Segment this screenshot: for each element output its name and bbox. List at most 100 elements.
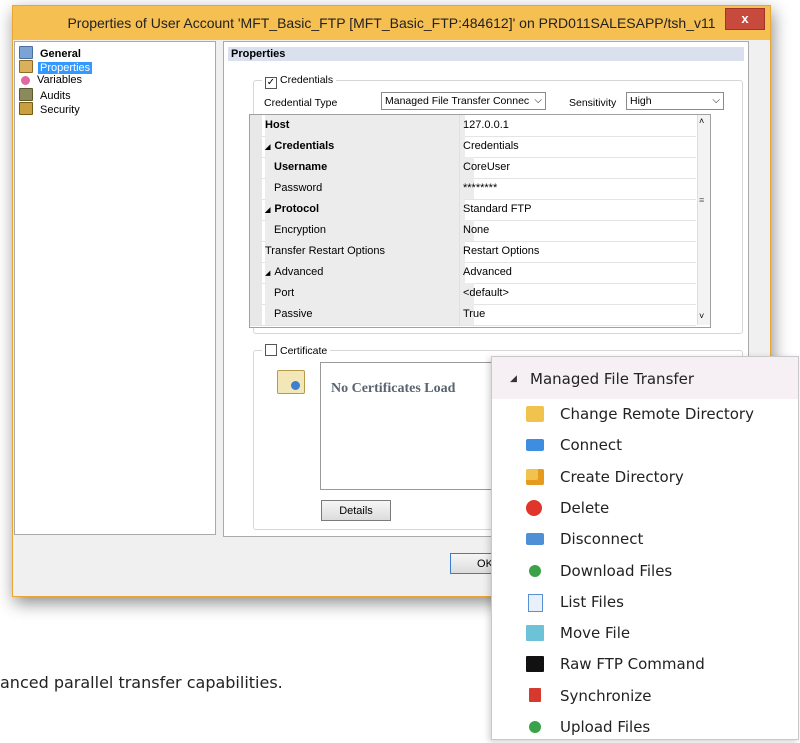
grid-row-gutter — [250, 220, 262, 241]
grid-row-gutter — [250, 304, 262, 325]
expand-triangle-icon[interactable]: ◢ — [265, 207, 270, 214]
grid-row-label: Advanced — [274, 266, 324, 278]
nav-item-label: General — [40, 48, 81, 60]
grid-row-label: Username — [274, 161, 328, 173]
menu-item[interactable]: Delete — [492, 493, 798, 524]
grid-row[interactable]: ◢ Protocol Standard FTP — [250, 199, 696, 221]
grid-row-value[interactable]: None — [459, 220, 698, 241]
chevron-down-icon: ⌵ — [532, 93, 542, 109]
delete-icon — [526, 499, 542, 516]
nav-item-properties[interactable]: Properties — [19, 60, 93, 74]
menu-item-label: Upload Files — [560, 718, 651, 736]
details-button[interactable]: Details — [321, 500, 391, 521]
nav-tree: General Properties Variables Audits Secu… — [14, 41, 216, 535]
grid-row-value[interactable]: Advanced — [459, 262, 698, 283]
nav-item-general[interactable]: General — [19, 46, 83, 60]
list-files-icon — [528, 593, 543, 612]
grid-row-gutter — [250, 136, 262, 157]
move-file-icon — [526, 625, 544, 642]
upload-icon — [529, 721, 541, 733]
menu-item[interactable]: Connect — [492, 430, 798, 461]
nav-item-audits[interactable]: Audits — [19, 88, 73, 102]
certificate-checkbox[interactable]: Certificate — [262, 344, 331, 357]
grid-row-label: Passive — [274, 308, 313, 320]
grid-row-value[interactable]: Credentials — [459, 136, 698, 157]
menu-item[interactable]: Upload Files — [492, 712, 798, 743]
credential-type-select[interactable]: Managed File Transfer Connec ⌵ — [381, 92, 546, 110]
grid-row[interactable]: Password ******** — [250, 178, 696, 200]
grid-row-label: Protocol — [274, 203, 320, 215]
sensitivity-label: Sensitivity — [569, 97, 617, 109]
grid-row-name: Port — [265, 283, 474, 304]
menu-item[interactable]: Synchronize — [492, 681, 798, 712]
grid-row-value[interactable]: ******** — [459, 178, 698, 199]
variables-icon — [21, 76, 30, 85]
menu-item[interactable]: Create Directory — [492, 462, 798, 493]
new-folder-icon — [526, 468, 544, 485]
properties-icon — [19, 60, 33, 73]
scroll-down-icon[interactable]: ˅ — [699, 311, 704, 321]
nav-item-variables[interactable]: Variables — [19, 74, 84, 87]
grid-row-value[interactable]: Restart Options — [459, 241, 698, 262]
close-button[interactable]: x — [725, 8, 765, 30]
menu-item[interactable]: Raw FTP Command — [492, 649, 798, 680]
grid-row-gutter — [250, 199, 262, 220]
sensitivity-value: High — [630, 95, 652, 107]
certificate-checkbox-label: Certificate — [280, 345, 328, 357]
general-icon — [19, 46, 33, 59]
expand-triangle-icon[interactable]: ◢ — [265, 270, 270, 277]
grid-row[interactable]: Passive True — [250, 304, 696, 326]
sensitivity-select[interactable]: High ⌵ — [626, 92, 724, 110]
menu-item[interactable]: Move File — [492, 618, 798, 649]
nav-item-label: Properties — [38, 62, 93, 74]
grid-row-label: Port — [274, 287, 295, 299]
grid-scrollbar[interactable]: ˄ ≡ ˅ — [697, 115, 710, 325]
nav-item-security[interactable]: Security — [19, 102, 82, 116]
grid-row[interactable]: Host 127.0.0.1 — [250, 115, 696, 137]
grid-row[interactable]: Username CoreUser — [250, 157, 696, 179]
grid-row-label: Password — [274, 182, 323, 194]
grid-row-name: Password — [265, 178, 474, 199]
menu-item-label: List Files — [560, 592, 624, 611]
grid-row-label: Encryption — [274, 224, 326, 236]
certificate-list[interactable]: No Certificates Load — [320, 362, 498, 490]
grid-row-gutter — [250, 241, 262, 262]
menu-item[interactable]: List Files — [492, 587, 798, 618]
grid-row-name: ◢ Protocol — [265, 199, 465, 220]
menu-item[interactable]: Download Files — [492, 556, 798, 587]
mft-context-menu: ◢ Managed File Transfer Change Remote Di… — [491, 356, 799, 740]
grid-row-name: Encryption — [265, 220, 474, 241]
menu-item-label: Download Files — [560, 561, 673, 580]
grid-row[interactable]: Encryption None — [250, 220, 696, 242]
grid-row-gutter — [250, 178, 262, 199]
menu-item-label: Move File — [560, 624, 631, 643]
grid-row-gutter — [250, 157, 262, 178]
window-title: Properties of User Account 'MFT_Basic_FT… — [67, 15, 716, 31]
credentials-checkbox[interactable]: ✓ Credentials — [262, 74, 337, 89]
grid-row-value[interactable]: True — [459, 304, 698, 325]
scroll-grip-icon[interactable]: ≡ — [699, 195, 704, 205]
grid-row[interactable]: Transfer Restart Options Restart Options — [250, 241, 696, 263]
menu-item[interactable]: Change Remote Directory — [492, 399, 798, 430]
menu-header[interactable]: ◢ Managed File Transfer — [492, 357, 798, 399]
grid-row-gutter — [250, 262, 262, 283]
menu-header-label: Managed File Transfer — [530, 370, 695, 388]
grid-row[interactable]: ◢ Credentials Credentials — [250, 136, 696, 158]
grid-row[interactable]: Port <default> — [250, 283, 696, 305]
grid-row-name: ◢ Credentials — [265, 136, 465, 157]
title-bar[interactable]: Properties of User Account 'MFT_Basic_FT… — [13, 6, 770, 40]
grid-row-value[interactable]: <default> — [459, 283, 698, 304]
menu-item-label: Disconnect — [560, 530, 644, 549]
grid-row-value[interactable]: Standard FTP — [459, 199, 698, 220]
grid-row-value[interactable]: CoreUser — [459, 157, 698, 178]
certificate-check-icon — [265, 344, 277, 356]
grid-row-value[interactable]: 127.0.0.1 — [459, 115, 698, 136]
grid-row-name: Username — [265, 157, 474, 178]
credentials-check-icon: ✓ — [265, 77, 277, 89]
grid-row[interactable]: ◢ Advanced Advanced — [250, 262, 696, 284]
scroll-up-icon[interactable]: ˄ — [699, 116, 704, 126]
expand-triangle-icon[interactable]: ◢ — [265, 144, 270, 151]
nav-item-label: Variables — [37, 74, 83, 86]
nav-item-label: Security — [40, 104, 80, 116]
menu-item[interactable]: Disconnect — [492, 524, 798, 555]
